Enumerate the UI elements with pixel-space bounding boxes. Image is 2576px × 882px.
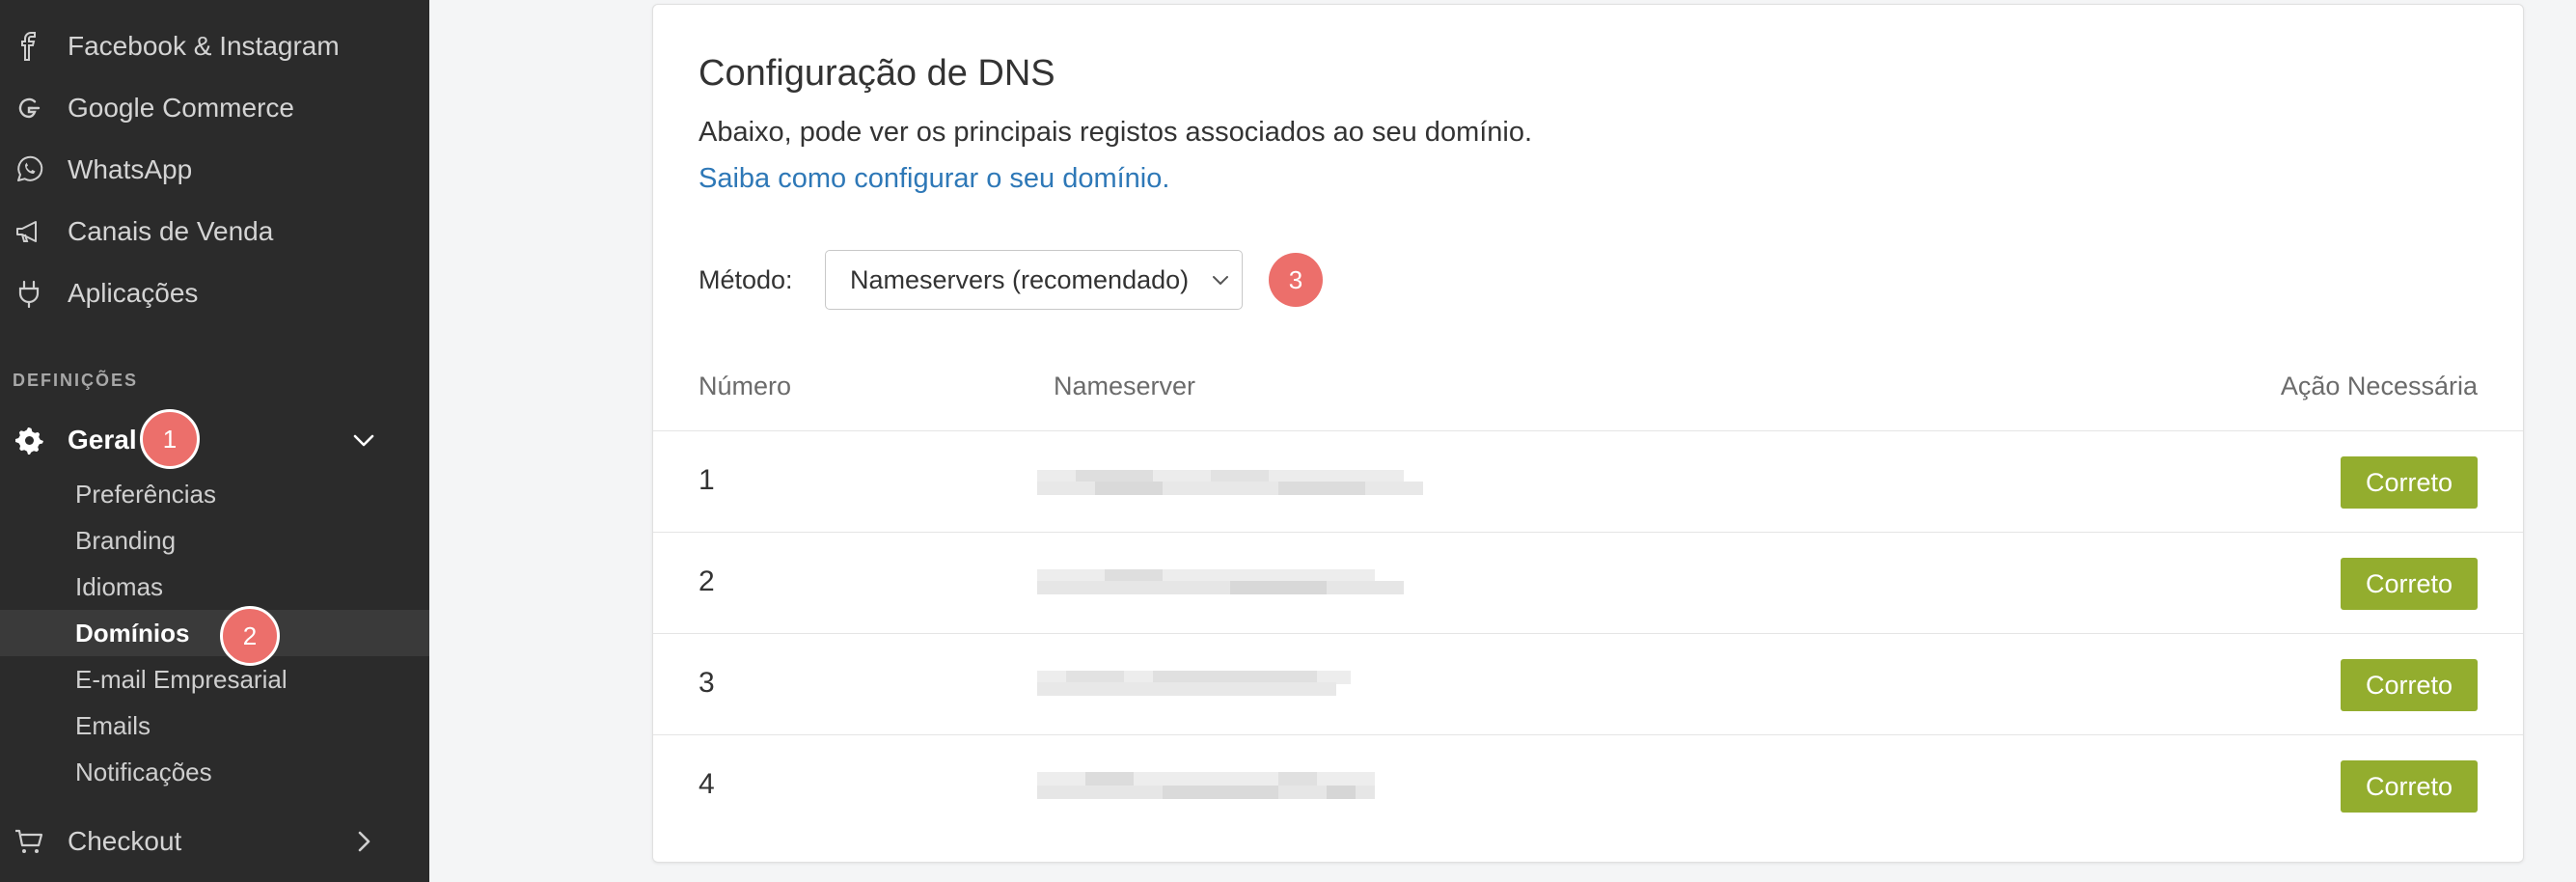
dns-config-card: Configuração de DNS Abaixo, pode ver os … [652, 4, 2524, 863]
sidebar-subitem-idiomas[interactable]: Idiomas [0, 564, 429, 610]
sidebar-item-label: Aplicações [68, 278, 199, 308]
status-button-correto[interactable]: Correto [2341, 659, 2478, 711]
table-row: 2 Correto [653, 532, 2523, 633]
sidebar-item-checkout[interactable]: Checkout [0, 811, 429, 872]
sidebar-item-google-commerce[interactable]: Google Commerce [0, 77, 429, 139]
status-button-correto[interactable]: Correto [2341, 760, 2478, 813]
nameserver-value-redacted [1037, 569, 1423, 596]
row-number: 3 [699, 667, 715, 699]
sidebar-item-facebook-instagram[interactable]: Facebook & Instagram [0, 15, 429, 77]
gear-icon [12, 423, 46, 457]
method-label: Método: [699, 265, 793, 294]
google-icon [12, 91, 46, 125]
chevron-right-icon[interactable] [349, 827, 378, 856]
sidebar-item-label: Facebook & Instagram [68, 31, 340, 61]
sidebar-item-label: Google Commerce [68, 93, 294, 123]
sidebar-subitem-notificacoes[interactable]: Notificações [0, 749, 429, 795]
chevron-down-icon [1213, 276, 1228, 285]
facebook-icon [12, 29, 46, 64]
step-badge-1: 1 [140, 409, 200, 469]
sidebar-item-geral[interactable]: Geral [0, 409, 429, 471]
method-select-value: Nameservers (recomendado) [850, 264, 1190, 294]
sidebar-item-label: Canais de Venda [68, 216, 274, 246]
sidebar-item-label: Checkout [68, 826, 182, 856]
page-description: Abaixo, pode ver os principais registos … [699, 117, 1533, 148]
cart-icon [12, 824, 46, 859]
table-row: 3 Correto [653, 633, 2523, 734]
sidebar-subitem-label: Branding [75, 525, 177, 555]
sidebar-subitem-label: Domínios [75, 618, 190, 648]
row-number: 4 [699, 768, 715, 800]
column-header-action: Ação Necessária [2280, 372, 2478, 400]
sidebar-subitem-dominios[interactable]: Domínios [0, 610, 429, 656]
sidebar-subitem-branding[interactable]: Branding [0, 517, 429, 564]
sidebar-item-label: Geral [68, 425, 137, 455]
row-number: 1 [699, 464, 715, 496]
sidebar-subitem-label: E-mail Empresarial [75, 664, 288, 694]
sidebar-subitem-emails[interactable]: Emails [0, 703, 429, 749]
column-header-number: Número [699, 372, 792, 400]
sidebar-item-aplicacoes[interactable]: Aplicações [0, 262, 429, 324]
sidebar-item-label: WhatsApp [68, 154, 193, 184]
plug-icon [12, 276, 46, 311]
chevron-down-icon[interactable] [349, 426, 378, 455]
step-badge-3: 3 [1269, 253, 1323, 307]
sidebar: Facebook & Instagram Google Commerce Wha… [0, 0, 429, 882]
help-link[interactable]: Saiba como configurar o seu domínio. [699, 163, 1169, 195]
section-label-definicoes: DEFINIÇÕES [13, 371, 139, 390]
column-header-nameserver: Nameserver [1054, 372, 1196, 400]
table-row: 4 Correto [653, 734, 2523, 836]
megaphone-icon [12, 214, 46, 249]
whatsapp-icon [12, 152, 46, 187]
nameserver-value-redacted [1037, 772, 1423, 799]
method-select[interactable]: Nameservers (recomendado) [825, 250, 1243, 310]
page-title: Configuração de DNS [699, 53, 1055, 94]
sidebar-item-canais-de-venda[interactable]: Canais de Venda [0, 201, 429, 262]
sidebar-subitem-label: Notificações [75, 757, 212, 786]
status-button-correto[interactable]: Correto [2341, 558, 2478, 610]
step-badge-2: 2 [220, 606, 280, 666]
sidebar-item-whatsapp[interactable]: WhatsApp [0, 139, 429, 201]
sidebar-subitem-label: Idiomas [75, 571, 164, 601]
table-row: 1 Correto [653, 430, 2523, 532]
status-button-correto[interactable]: Correto [2341, 456, 2478, 509]
sidebar-subitem-preferencias[interactable]: Preferências [0, 471, 429, 517]
sidebar-subitem-label: Preferências [75, 479, 216, 509]
sidebar-subitem-email-empresarial[interactable]: E-mail Empresarial [0, 656, 429, 703]
row-number: 2 [699, 565, 715, 597]
sidebar-subitem-label: Emails [75, 710, 151, 740]
nameserver-value-redacted [1037, 671, 1423, 698]
nameserver-value-redacted [1037, 468, 1423, 495]
